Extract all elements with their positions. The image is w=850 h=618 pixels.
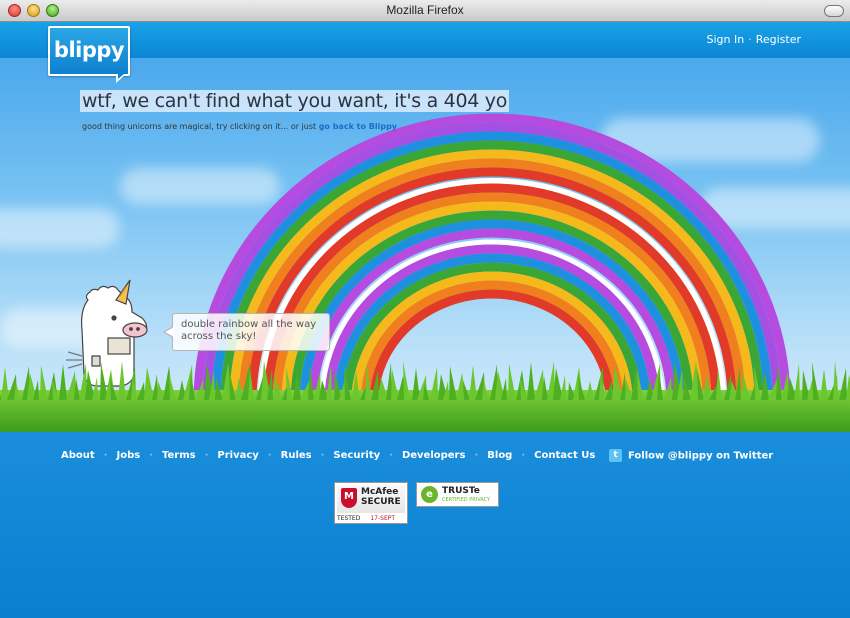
grass-blade: [152, 374, 158, 400]
grass-blade: [839, 368, 847, 400]
grass-blade: [371, 370, 379, 400]
truste-badge[interactable]: e TRUSTe CERTIFIED PRIVACY: [416, 482, 499, 507]
grass-blade: [761, 372, 769, 400]
grass-illustration: [0, 361, 850, 432]
grass-blade: [365, 363, 371, 400]
footer-link-about[interactable]: About: [61, 450, 95, 461]
mcafee-brand: McAfee SECURE: [361, 487, 401, 507]
grass-blade: [469, 365, 477, 400]
nav-separator: ·: [103, 450, 108, 461]
grass-blade: [326, 365, 332, 400]
page-title: wtf, we can't find what you want, it's a…: [80, 90, 510, 112]
footer-link-blog[interactable]: Blog: [487, 450, 512, 461]
grass-blade: [716, 367, 722, 400]
grass-blade: [612, 365, 622, 400]
grass-blade: [742, 373, 750, 400]
grass-blade: [118, 361, 126, 400]
site-footer: About · Jobs · Terms · Privacy · Rules · Security ·…: [0, 432, 850, 618]
nav-separator: ·: [474, 450, 479, 461]
grass-blade: [235, 377, 243, 400]
unicorn-speech-bubble: double rainbow all the way across the sk…: [163, 313, 330, 351]
footer-link-developers[interactable]: Developers: [402, 450, 466, 461]
mcafee-shield-icon: M: [341, 488, 357, 508]
truste-seal-icon: e: [421, 486, 438, 503]
mcafee-secure-badge[interactable]: M McAfee SECURE TESTED 17-SEPT: [334, 482, 408, 524]
blippy-logo[interactable]: blippy: [48, 26, 130, 83]
grass-blade: [215, 378, 223, 400]
page-subtitle: good thing unicorns are magical, try cli…: [82, 122, 397, 131]
truste-certified-text: CERTIFIED PRIVACY: [442, 497, 491, 503]
twitter-bird-icon: t: [609, 449, 622, 462]
grass-blade: [391, 369, 399, 400]
grass-blade: [274, 375, 282, 400]
footer-link-privacy[interactable]: Privacy: [217, 450, 258, 461]
mcafee-brand-name: McAfee: [361, 487, 399, 497]
grass-blade: [527, 362, 535, 400]
grass-blade: [229, 370, 236, 400]
subtitle-text: good thing unicorns are magical, try cli…: [82, 122, 319, 131]
twitter-follow-link[interactable]: t Follow @blippy on Twitter: [609, 449, 773, 462]
grass-blade: [620, 372, 626, 400]
footer-link-contact-us[interactable]: Contact Us: [534, 450, 595, 461]
mcafee-secure-text: SECURE: [361, 497, 401, 507]
grass-blade: [59, 364, 67, 400]
nav-separator: ·: [204, 450, 209, 461]
footer-nav: About · Jobs · Terms · Privacy · Rules · Security ·…: [61, 450, 595, 461]
footer-link-security[interactable]: Security: [333, 450, 380, 461]
footer-link-terms[interactable]: Terms: [162, 450, 196, 461]
grass-blade: [820, 369, 828, 400]
nav-separator: ·: [389, 450, 393, 461]
grass-blade: [683, 376, 691, 400]
grass-blade: [560, 375, 566, 400]
grass-blade: [1, 367, 9, 400]
logo-text: blippy: [53, 38, 125, 62]
nav-separator: ·: [320, 450, 325, 461]
grass-blade: [449, 366, 457, 400]
mcafee-tested-line: TESTED 17-SEPT: [337, 515, 395, 522]
grass-blade: [735, 366, 741, 400]
grass-blade: [430, 367, 438, 400]
logo-tail-inner: [118, 73, 125, 79]
nav-separator: ·: [267, 450, 272, 461]
grass-blade: [508, 363, 516, 400]
grass-blade: [833, 361, 839, 400]
twitter-label: Follow @blippy on Twitter: [628, 450, 774, 462]
footer-link-jobs[interactable]: Jobs: [116, 450, 140, 461]
grass-blade: [664, 377, 672, 400]
grass-blade: [144, 367, 154, 400]
mcafee-tested-date: 17-SEPT: [370, 515, 396, 522]
grass-blade: [386, 362, 392, 400]
grass-blade: [92, 377, 98, 400]
grass-blade: [196, 379, 204, 400]
grass-blade: [40, 365, 48, 400]
truste-brand: TRUSTe: [442, 486, 480, 496]
grass-blade: [352, 371, 360, 400]
footer-link-rules[interactable]: Rules: [281, 450, 312, 461]
grass-blade: [703, 375, 711, 400]
mcafee-tested-label: TESTED: [337, 515, 361, 522]
grass-blade: [794, 363, 800, 400]
nav-separator: ·: [521, 450, 526, 461]
nav-separator: ·: [149, 450, 153, 461]
grass-blade: [293, 374, 301, 400]
back-to-blippy-link[interactable]: go back to Blippy: [319, 122, 397, 131]
